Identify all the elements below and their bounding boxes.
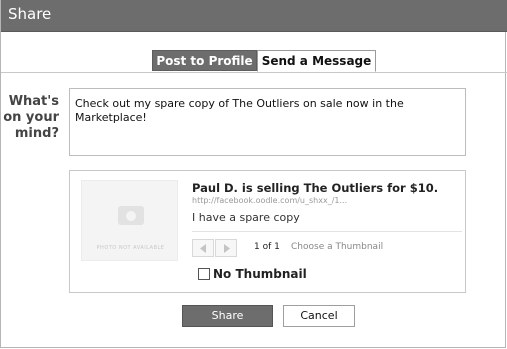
photo-not-available-text: PHOTO NOT AVAILABLE (96, 245, 165, 251)
triangle-right-icon (224, 244, 230, 253)
attachment-description[interactable]: I have a spare copy (192, 211, 300, 224)
status-textarea[interactable]: Check out my spare copy of The Outliers … (69, 88, 466, 156)
attachment-title[interactable]: Paul D. is selling The Outliers for $10. (192, 181, 438, 195)
dialog-titlebar: Share (1, 0, 507, 32)
attachment-url: http://facebook.oodle.com/u_shxx_/1... (192, 196, 348, 205)
pager-divider (192, 231, 462, 232)
status-prompt-label: What's on your mind? (3, 94, 59, 141)
tab-post-to-profile[interactable]: Post to Profile (152, 50, 257, 71)
no-thumbnail-checkbox[interactable] (198, 268, 210, 280)
no-thumbnail-label[interactable]: No Thumbnail (213, 267, 307, 281)
next-thumbnail-button[interactable] (215, 239, 237, 257)
share-dialog: Share Post to Profile Send a Message Wha… (0, 0, 507, 348)
triangle-left-icon (200, 244, 206, 253)
link-attachment-preview: PHOTO NOT AVAILABLE Paul D. is selling T… (69, 170, 466, 293)
dialog-title: Share (8, 5, 52, 23)
thumbnail-count: 1 of 1 (254, 242, 280, 252)
camera-icon (118, 206, 144, 225)
share-button[interactable]: Share (182, 305, 273, 327)
share-tabs: Post to Profile Send a Message (1, 50, 507, 73)
attachment-thumbnail: PHOTO NOT AVAILABLE (81, 180, 178, 261)
cancel-button[interactable]: Cancel (283, 305, 355, 327)
choose-thumbnail-label: Choose a Thumbnail (291, 242, 384, 252)
tab-send-a-message[interactable]: Send a Message (257, 50, 376, 72)
prev-thumbnail-button[interactable] (192, 239, 214, 257)
